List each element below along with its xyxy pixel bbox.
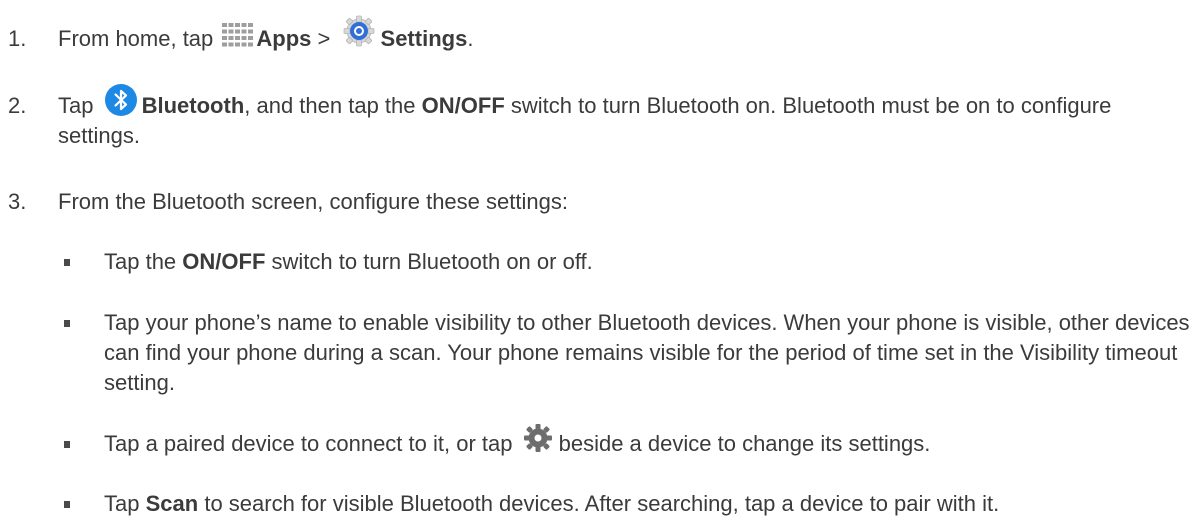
bullet-marker [64,320,70,327]
step-number: 1. [8,26,27,51]
bullet-text: Tap Scan to search for visible Bluetooth… [104,489,1194,519]
bullet-text: Tap the ON/OFF switch to turn Bluetooth … [104,247,1194,277]
bullet-text-part: Tap [104,491,140,516]
step-text-part: . [467,26,474,51]
step-number: 3. [8,189,27,214]
apps-label: Apps [256,26,312,51]
instructions-page: 1. From home, tap Apps > Settings. 2. Ta… [0,0,1202,524]
step-text-part: > [317,26,331,51]
bullet-text-part: to search for visible Bluetooth devices.… [204,491,1000,516]
onoff-label: ON/OFF [182,249,266,274]
bluetooth-icon [104,83,138,117]
gear-icon [523,423,553,453]
bullet-marker [64,259,70,266]
bullet-text-part: switch to turn Bluetooth on or off. [271,249,593,274]
bluetooth-label: Bluetooth [141,93,245,118]
settings-label: Settings [380,26,468,51]
bullet-text-part: Tap a paired device to connect to it, or… [104,431,513,456]
bullet-text-part: Tap the [104,249,177,274]
step-number: 2. [8,93,27,118]
step-text-part: Tap [58,93,94,118]
step-text-part: , and then tap the [244,93,416,118]
scan-label: Scan [145,491,199,516]
step-text: From the Bluetooth screen, configure the… [58,189,568,214]
settings-icon [341,14,377,48]
step-text-part: From home, tap [58,26,214,51]
step-text: From home, tap Apps > Settings. [58,15,1188,54]
bullet-marker [64,501,70,508]
bullet-text: Tap your phone’s name to enable visibili… [104,310,1190,395]
bullet-marker [64,441,70,448]
onoff-label: ON/OFF [421,93,505,118]
apps-grid-icon [221,22,254,50]
bullet-text: Tap a paired device to connect to it, or… [104,424,1194,459]
bullet-text-part: beside a device to change its settings. [558,431,931,456]
step-text: Tap Bluetooth, and then tap the ON/OFF s… [58,84,1188,151]
